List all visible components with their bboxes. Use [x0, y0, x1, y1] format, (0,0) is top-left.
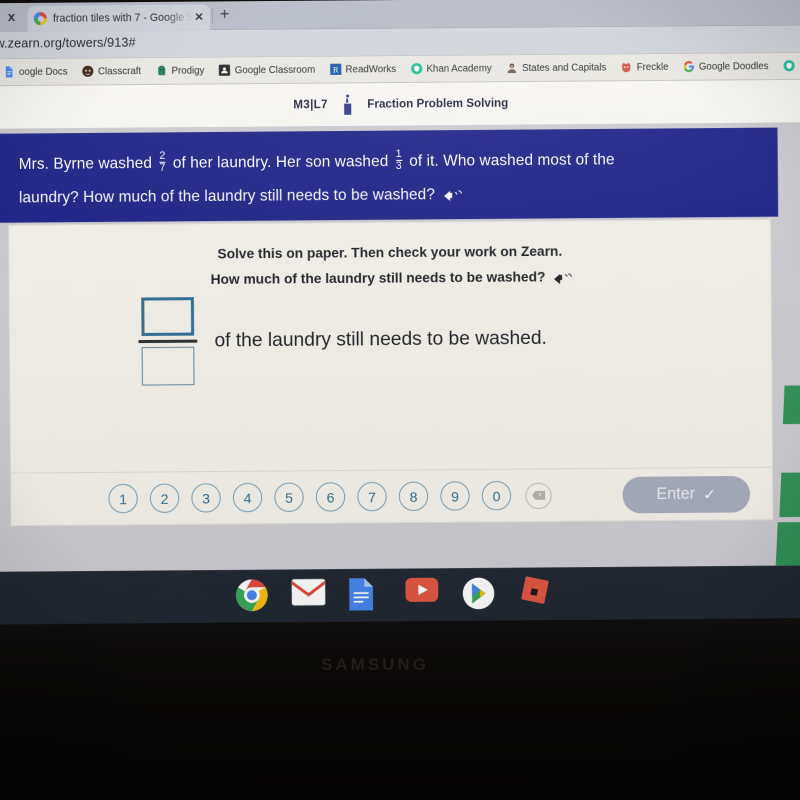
- lesson-header: M3|L7 Fraction Problem Solving: [0, 79, 800, 129]
- numerator-input[interactable]: [141, 297, 195, 337]
- fraction-numerator: 1: [395, 148, 402, 161]
- bookmark-prodigy[interactable]: Prodigy: [148, 64, 211, 77]
- lesson-title: Fraction Problem Solving: [367, 97, 509, 111]
- bookmark-khan-academy[interactable]: Khan Academy: [403, 62, 499, 75]
- google-docs-icon[interactable]: [348, 577, 383, 612]
- tab-title: fraction tiles with 7 - Google Sea: [52, 11, 193, 25]
- bookmark-label: Google Doodles: [698, 60, 769, 73]
- bookmark-label: Freckle: [636, 61, 669, 73]
- bookmark-label: Khan Academy: [426, 62, 492, 75]
- instructions: Solve this on paper. Then check your wor…: [9, 220, 771, 294]
- google-docs-icon: [5, 66, 13, 78]
- bookmark-google-docs[interactable]: oogle Docs: [0, 65, 75, 78]
- bookmark-label: oogle Docs: [18, 65, 68, 78]
- tab-divider: [211, 8, 213, 24]
- fraction-bar: [138, 339, 198, 344]
- screen: x fraction tiles with 7 - Google Sea ✕ +…: [0, 0, 800, 625]
- enter-button[interactable]: Enter ✓: [622, 475, 751, 513]
- tower-icon: [342, 94, 353, 115]
- numpad-key-9[interactable]: 9: [440, 481, 470, 511]
- zearn-page: M3|L7 Fraction Problem Solving Mrs. Byrn…: [0, 79, 800, 572]
- numpad-key-8[interactable]: 8: [398, 481, 429, 512]
- google-g-icon: [33, 11, 47, 26]
- chrome-icon[interactable]: [235, 578, 270, 613]
- enter-button-label: Enter: [656, 484, 696, 503]
- window-close-button[interactable]: x: [3, 9, 19, 25]
- check-icon: ✓: [703, 485, 717, 504]
- fraction-one-third: 1 3: [395, 148, 402, 173]
- fraction-two-sevenths: 2 7: [159, 150, 166, 175]
- question-text-part-2: of her laundry. Her son washed: [172, 152, 389, 172]
- answer-sentence: of the laundry still needs to be washed.: [214, 327, 547, 352]
- classcraft-icon: [82, 65, 94, 77]
- bookmark-classcraft[interactable]: Classcraft: [75, 65, 149, 78]
- shelf-app-icons: [235, 576, 553, 613]
- bookmark-overflow[interactable]: [776, 60, 800, 72]
- bookmark-freckle[interactable]: Freckle: [613, 61, 675, 74]
- khan-academy-icon: [410, 63, 422, 75]
- bookmark-readworks[interactable]: R ReadWorks: [322, 63, 403, 76]
- prodigy-icon: [157, 65, 165, 76]
- fraction-answer-input[interactable]: [138, 297, 198, 386]
- bookmark-label: Google Classroom: [234, 63, 316, 76]
- answer-card: Solve this on paper. Then check your wor…: [9, 219, 773, 526]
- numpad-key-7[interactable]: 7: [357, 481, 387, 512]
- backspace-icon[interactable]: ×: [525, 482, 552, 509]
- bookmark-google-doodles[interactable]: Google Doodles: [676, 60, 776, 73]
- question-line-2: laundry? How much of the laundry still n…: [19, 175, 756, 214]
- states-and-capitals-icon: [507, 63, 517, 74]
- monitor-brand-logo: SAMSUNG: [321, 655, 429, 674]
- speaker-icon[interactable]: [444, 188, 464, 202]
- svg-text:R: R: [333, 64, 339, 74]
- question-banner: Mrs. Byrne washed 2 7 of her laundry. He…: [0, 127, 779, 223]
- number-pad: 1 2 3 4 5 6 7 8 9 0 × Enter ✓: [11, 466, 773, 526]
- browser-tab[interactable]: fraction tiles with 7 - Google Sea ✕: [27, 4, 210, 32]
- tower-block: [779, 472, 800, 518]
- question-text-part-1: Mrs. Byrne washed: [18, 154, 153, 174]
- numpad-key-3[interactable]: 3: [191, 483, 221, 513]
- bookmark-label: States and Capitals: [522, 61, 607, 74]
- numpad-key-5[interactable]: 5: [274, 482, 304, 513]
- denominator-input[interactable]: [141, 346, 195, 386]
- lesson-code: M3|L7: [293, 98, 328, 112]
- bookmark-label: Classcraft: [97, 65, 142, 77]
- question-text-part-4: laundry? How much of the laundry still n…: [18, 185, 436, 207]
- numpad-key-2[interactable]: 2: [149, 483, 180, 514]
- google-classroom-icon: [219, 64, 231, 76]
- fraction-denominator: 7: [159, 162, 166, 175]
- numpad-key-0[interactable]: 0: [481, 480, 512, 511]
- gmail-icon[interactable]: [291, 577, 326, 612]
- youtube-icon[interactable]: [405, 577, 440, 612]
- readworks-icon: R: [329, 63, 342, 75]
- bookmark-google-classroom[interactable]: Google Classroom: [211, 63, 322, 76]
- url-text: w.zearn.org/towers/913#: [0, 35, 136, 51]
- roblox-icon[interactable]: [518, 576, 553, 611]
- bookmark-label: ReadWorks: [345, 63, 397, 75]
- fraction-denominator: 3: [395, 160, 402, 173]
- photo-of-monitor: SAMSUNG x fraction tiles with 7 - Google…: [0, 0, 800, 800]
- close-icon[interactable]: ✕: [194, 11, 203, 24]
- freckle-icon: [622, 62, 631, 73]
- instruction-line-2-text: How much of the laundry still needs to b…: [210, 269, 546, 287]
- numpad-key-6[interactable]: 6: [315, 482, 346, 512]
- tower-block: [782, 385, 800, 425]
- speaker-icon[interactable]: [554, 271, 574, 285]
- numpad-key-4[interactable]: 4: [232, 482, 263, 513]
- new-tab-button[interactable]: +: [220, 6, 230, 24]
- numpad-key-1[interactable]: 1: [108, 483, 138, 514]
- question-text-part-3: of it. Who washed most of the: [409, 151, 615, 170]
- khan-academy-icon: [783, 60, 795, 72]
- google-g-icon: [683, 60, 694, 73]
- fraction-numerator: 2: [159, 150, 166, 163]
- tower-block: [775, 522, 800, 567]
- instruction-line-2: How much of the laundry still needs to b…: [9, 262, 770, 293]
- bookmark-states-and-capitals[interactable]: States and Capitals: [499, 61, 614, 74]
- answer-row: of the laundry still needs to be washed.: [138, 294, 547, 386]
- play-store-icon[interactable]: [461, 576, 496, 611]
- bookmark-label: Prodigy: [171, 64, 205, 77]
